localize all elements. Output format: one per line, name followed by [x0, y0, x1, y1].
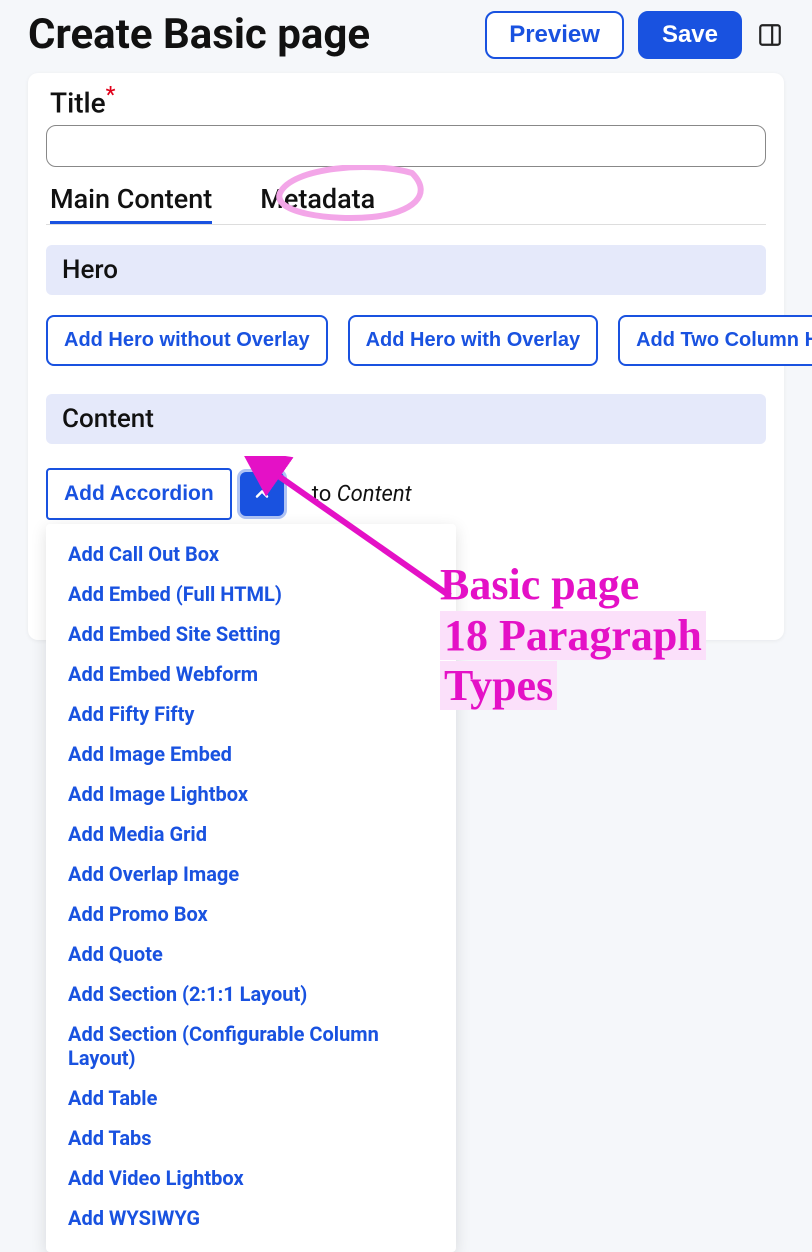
dd-item[interactable]: Add Image Lightbox [46, 774, 456, 814]
add-content-row: Add Accordion to Content Add Call Out Bo… [46, 468, 766, 520]
preview-button[interactable]: Preview [485, 11, 624, 59]
dropdown-toggle-button[interactable] [240, 472, 284, 516]
dd-item[interactable]: Add Promo Box [46, 894, 456, 934]
add-accordion-button[interactable]: Add Accordion [46, 468, 232, 520]
tab-metadata[interactable]: Metadata [260, 183, 375, 224]
dd-item[interactable]: Add Call Out Box [46, 534, 456, 574]
dd-item[interactable]: Add Image Embed [46, 734, 456, 774]
section-hero-header: Hero [46, 245, 766, 295]
annotation-text: Basic page 18 Paragraph Types [440, 560, 706, 712]
paragraph-type-dropdown: Add Call Out Box Add Embed (Full HTML) A… [46, 524, 456, 1252]
dd-item[interactable]: Add Embed Site Setting [46, 614, 456, 654]
add-hero-with-overlay-button[interactable]: Add Hero with Overlay [348, 315, 599, 366]
header-actions: Preview Save [485, 11, 784, 59]
dd-item[interactable]: Add Section (2:1:1 Layout) [46, 974, 456, 1014]
save-button[interactable]: Save [638, 11, 742, 59]
page-header: Create Basic page Preview Save [0, 0, 812, 67]
dd-item[interactable]: Add Embed (Full HTML) [46, 574, 456, 614]
tab-main-content[interactable]: Main Content [50, 183, 212, 224]
section-content-header: Content [46, 394, 766, 444]
dd-item[interactable]: Add Section (Configurable Column Layout) [46, 1014, 456, 1078]
tabs: Main Content Metadata [46, 183, 766, 225]
add-two-column-hero-button[interactable]: Add Two Column Hero [618, 315, 812, 366]
dd-item[interactable]: Add Table [46, 1078, 456, 1118]
to-content-label: to Content [312, 482, 412, 507]
sidebar-toggle-icon[interactable] [756, 21, 784, 49]
dd-item[interactable]: Add Embed Webform [46, 654, 456, 694]
form-card: Title* Main Content Metadata Hero Add He… [28, 73, 784, 640]
required-star-icon: * [106, 83, 116, 108]
add-hero-without-overlay-button[interactable]: Add Hero without Overlay [46, 315, 328, 366]
dd-item[interactable]: Add Video Lightbox [46, 1158, 456, 1198]
dd-item[interactable]: Add Tabs [46, 1118, 456, 1158]
title-input[interactable] [46, 125, 766, 167]
page-title: Create Basic page [28, 10, 370, 59]
dd-item[interactable]: Add WYSIWYG [46, 1198, 456, 1238]
title-label: Title* [50, 83, 766, 119]
hero-buttons: Add Hero without Overlay Add Hero with O… [46, 315, 766, 366]
dd-item[interactable]: Add Media Grid [46, 814, 456, 854]
dd-item[interactable]: Add Overlap Image [46, 854, 456, 894]
dd-item[interactable]: Add Quote [46, 934, 456, 974]
dd-item[interactable]: Add Fifty Fifty [46, 694, 456, 734]
chevron-up-icon [252, 484, 272, 504]
